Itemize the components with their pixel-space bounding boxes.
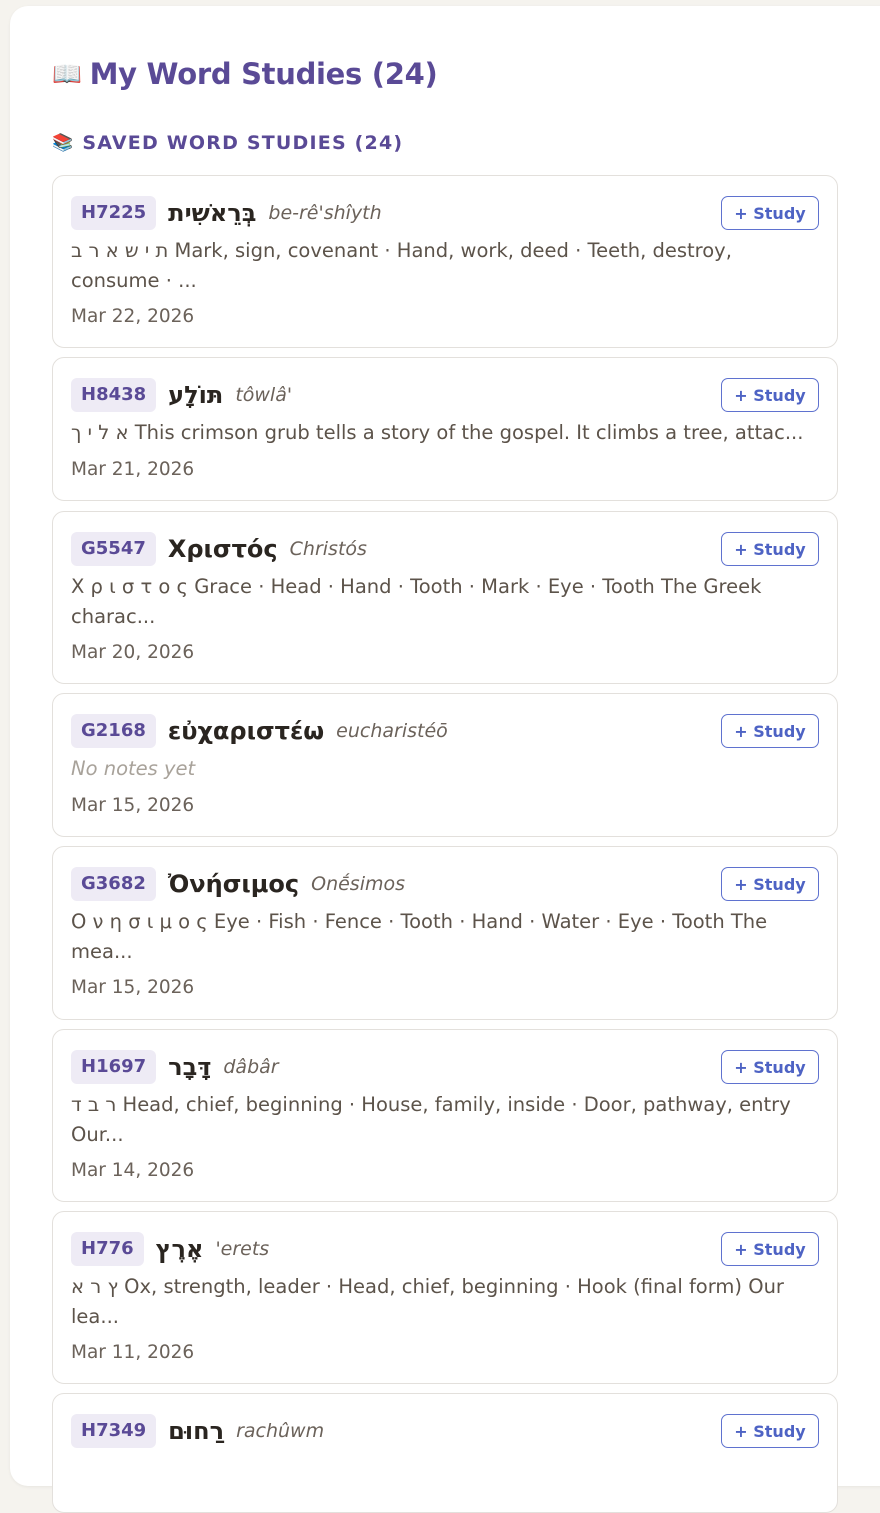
study-notes-preview: Χ ρ ι σ τ ο ς Grace · Head · Hand · Toot… xyxy=(71,575,762,628)
study-button[interactable]: + Study xyxy=(721,714,819,748)
transliteration: Onḗsimos xyxy=(311,873,406,895)
study-button[interactable]: + Study xyxy=(721,1232,819,1266)
strongs-code-badge: G2168 xyxy=(71,714,156,748)
transliteration: Christós xyxy=(289,538,367,560)
original-word: בְּרֵאשִׁית xyxy=(168,199,257,227)
word-study-card[interactable]: H7349 רַחוּם rachûwm + Study xyxy=(52,1393,838,1513)
word-study-header: H1697 דָּבָר dâbâr xyxy=(71,1050,279,1084)
open-book-icon: 📖 xyxy=(52,60,82,88)
study-button[interactable]: + Study xyxy=(721,378,819,412)
word-study-header: G3682 Ὀνήσιμος Onḗsimos xyxy=(71,867,405,901)
original-word: תּוֹלָע xyxy=(168,381,224,409)
transliteration: rachûwm xyxy=(236,1420,325,1442)
word-study-header: H7225 בְּרֵאשִׁית be-rê'shîyth xyxy=(71,196,382,230)
transliteration: tôwlâ' xyxy=(235,384,293,406)
saved-date: Mar 14, 2026 xyxy=(71,1160,195,1181)
word-study-card[interactable]: G3682 Ὀνήσιμος Onḗsimos + Study Ο ν η σ ι μ … xyxy=(52,846,838,1020)
study-button[interactable]: + Study xyxy=(721,196,819,230)
saved-date: Mar 15, 2026 xyxy=(71,977,195,998)
books-icon: 📚 xyxy=(52,133,75,153)
word-study-header: H8438 תּוֹלָע tôwlâ' xyxy=(71,378,292,412)
word-study-card[interactable]: H1697 דָּבָר dâbâr + Study ר ב ד Head, chief… xyxy=(52,1029,838,1202)
word-study-card[interactable]: H776 אֶרֶץ 'erets + Study ץ ר א Ox, strength… xyxy=(52,1211,838,1384)
page-title-text: My Word Studies (24) xyxy=(89,57,438,91)
word-study-header: H776 אֶרֶץ 'erets xyxy=(71,1232,269,1266)
transliteration: 'erets xyxy=(215,1238,270,1260)
study-button[interactable]: + Study xyxy=(721,1050,819,1084)
word-study-card[interactable]: G2168 εὐχαριστέω eucharistéō + Study No note… xyxy=(52,693,838,837)
original-word: רַחוּם xyxy=(168,1417,225,1445)
original-word: אֶרֶץ xyxy=(155,1235,204,1263)
strongs-code-badge: H7349 xyxy=(71,1414,157,1448)
saved-date: Mar 15, 2026 xyxy=(71,795,195,816)
strongs-code-badge: H7225 xyxy=(71,196,157,230)
page-title: 📖 My Word Studies (24) xyxy=(52,54,438,94)
word-study-card[interactable]: H8438 תּוֹלָע tôwlâ' + Study א ל י ך This cr… xyxy=(52,357,838,501)
study-button[interactable]: + Study xyxy=(721,867,819,901)
word-study-header: G5547 Χριστός Christós xyxy=(71,532,367,566)
saved-date: Mar 22, 2026 xyxy=(71,306,195,327)
strongs-code-badge: H1697 xyxy=(71,1050,157,1084)
original-word: דָּבָר xyxy=(168,1053,212,1081)
section-heading: 📚 SAVED WORD STUDIES (24) xyxy=(52,130,403,156)
transliteration: dâbâr xyxy=(223,1056,279,1078)
study-notes-preview: ת י ש א ר ב Mark, sign, covenant · Hand,… xyxy=(71,239,732,292)
study-button[interactable]: + Study xyxy=(721,1414,819,1448)
study-notes-preview: א ל י ך This crimson grub tells a story … xyxy=(71,421,804,444)
study-notes-preview: Ο ν η σ ι μ ο ς Eye · Fish · Fence · Too… xyxy=(71,910,768,963)
strongs-code-badge: G3682 xyxy=(71,867,156,901)
saved-date: Mar 20, 2026 xyxy=(71,642,195,663)
saved-date: Mar 21, 2026 xyxy=(71,459,195,480)
original-word: εὐχαριστέω xyxy=(167,717,325,745)
word-study-header: H7349 רַחוּם rachûwm xyxy=(71,1414,324,1448)
transliteration: be-rê'shîyth xyxy=(268,202,382,224)
transliteration: eucharistéō xyxy=(336,720,448,742)
strongs-code-badge: G5547 xyxy=(71,532,156,566)
strongs-code-badge: H776 xyxy=(71,1232,144,1266)
word-study-header: G2168 εὐχαριστέω eucharistéō xyxy=(71,714,448,748)
original-word: Χριστός xyxy=(167,535,278,563)
word-study-card[interactable]: G5547 Χριστός Christós + Study Χ ρ ι σ τ ο ς… xyxy=(52,511,838,684)
saved-date: Mar 11, 2026 xyxy=(71,1342,195,1363)
study-button[interactable]: + Study xyxy=(721,532,819,566)
section-heading-text: SAVED WORD STUDIES (24) xyxy=(82,132,404,154)
original-word: Ὀνήσιμος xyxy=(167,870,300,898)
word-study-card[interactable]: H7225 בְּרֵאשִׁית be-rê'shîyth + Study ת י ש… xyxy=(52,175,838,348)
study-notes-preview: ר ב ד Head, chief, beginning · House, fa… xyxy=(71,1093,791,1146)
study-notes-preview: ץ ר א Ox, strength, leader · Head, chief… xyxy=(71,1275,784,1328)
empty-notes-placeholder: No notes yet xyxy=(71,757,196,780)
strongs-code-badge: H8438 xyxy=(71,378,157,412)
